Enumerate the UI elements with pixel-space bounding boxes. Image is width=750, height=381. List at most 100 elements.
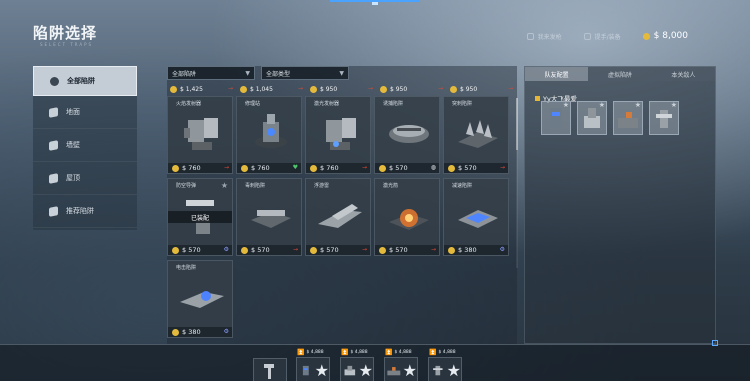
- arrow-icon: →: [437, 85, 443, 92]
- config-panel: 队友配置 虚拟陷阱 本关敌人 Yy大飞最爱 ★ ★ ★ ★: [524, 66, 716, 344]
- trap-filter-value: 全部陷阱: [172, 70, 197, 78]
- trap-card-spike[interactable]: 突刺陷阱 $ 570 →: [443, 96, 509, 174]
- gear-icon: ⚙: [499, 246, 505, 253]
- star-icon: ★: [670, 101, 677, 109]
- action-fire[interactable]: 我来发枪: [526, 32, 562, 41]
- action-equip[interactable]: 提手/装备: [583, 32, 621, 41]
- price-row: $ 380 ⚙: [168, 327, 232, 337]
- loadout-slot-2[interactable]: ★: [340, 357, 374, 381]
- snare-trap-icon: [389, 125, 429, 143]
- partial-price: $ 950 →: [307, 84, 373, 94]
- trap-card-poison-spike[interactable]: 毒刺陷阱 $ 570 →: [236, 178, 302, 256]
- trap-name: 激光发射器: [314, 101, 340, 107]
- sidebar-item-recommended[interactable]: 推荐陷阱: [33, 195, 137, 228]
- partial-row-prices: $ 1,425 → $ 1,045 → $ 950 → $ 950 → $ 950 →: [167, 84, 513, 94]
- arrow-icon: →: [292, 246, 298, 253]
- loadout-slot-1[interactable]: ★: [296, 357, 330, 381]
- coin-icon: [379, 164, 386, 172]
- arrow-icon: →: [227, 85, 233, 92]
- laser-arrow-icon: [389, 209, 429, 230]
- trap-name: 防空导弹: [176, 183, 197, 189]
- gun-icon: [526, 32, 534, 40]
- upgrade-icon: ⏫: [385, 349, 393, 356]
- trap-card-floating-mine[interactable]: 浮游雷 $ 570 →: [305, 178, 371, 256]
- price-row: $ 380 ⚙: [444, 245, 508, 255]
- hammer-slot[interactable]: [253, 358, 287, 381]
- price-value: $ 570: [389, 246, 408, 254]
- price-value: $ 380: [182, 328, 201, 336]
- upgrade-icon: ⏫: [429, 349, 437, 356]
- chevron-down-icon: ▼: [339, 69, 344, 77]
- trap-card-laser-arrow[interactable]: 激光箭 $ 570 →: [374, 178, 440, 256]
- coin-icon: [310, 246, 317, 254]
- trap-card-slow[interactable]: 减速陷阱 $ 380 ⚙: [443, 178, 509, 256]
- coin-icon: [241, 246, 248, 254]
- upgrade-icon: ⏫: [341, 349, 349, 356]
- teammate-slot[interactable]: ★: [541, 101, 571, 135]
- trap-card-shock[interactable]: 电击陷阱 $ 380 ⚙: [167, 260, 233, 338]
- money-value: $ 8,000: [653, 31, 688, 41]
- coin-icon: [310, 164, 317, 172]
- teammate-slot[interactable]: ★: [649, 101, 679, 135]
- teammate-slot[interactable]: ★: [613, 101, 643, 135]
- trap-card-anti-air[interactable]: 防空导弹 ★ 已装配 $ 570 ⚙: [167, 178, 233, 256]
- price-row: $ 570 ◍: [375, 163, 439, 173]
- wall-icon: [49, 139, 58, 151]
- tab-level-enemies[interactable]: 本关敌人: [651, 67, 715, 81]
- trap-list-scrollbar[interactable]: [516, 98, 518, 268]
- price-value: $ 570: [320, 246, 339, 254]
- sidebar-item-roof[interactable]: 屋顶: [33, 162, 137, 195]
- trap-name: 诱捕陷阱: [383, 101, 404, 107]
- tower-icon: [433, 365, 443, 376]
- price-value: $ 950: [460, 85, 478, 93]
- trap-card-flamethrower[interactable]: 火焰发射器 $ 760 →: [167, 96, 233, 174]
- tab-virtual-traps[interactable]: 虚拟陷阱: [588, 67, 652, 81]
- sidebar-item-wall[interactable]: 墙壁: [33, 129, 137, 162]
- sidebar: 全部陷阱 地面 墙壁 屋顶 推荐陷阱: [33, 66, 137, 230]
- shock-trap-icon: [180, 291, 224, 308]
- trap-card-snare[interactable]: 诱捕陷阱 $ 570 ◍: [374, 96, 440, 174]
- anti-air-missile-icon: [302, 365, 309, 376]
- type-filter-dropdown[interactable]: 全部类型 ▼: [261, 66, 349, 80]
- loadout-slot-4[interactable]: ★: [428, 357, 462, 381]
- roof-icon: [49, 172, 58, 184]
- sidebar-item-ground[interactable]: 地面: [33, 96, 137, 129]
- cannon-icon: [387, 367, 401, 376]
- trap-filter-dropdown[interactable]: 全部陷阱 ▼: [167, 66, 255, 80]
- star-icon: ★: [402, 360, 417, 380]
- trap-card-repair-station[interactable]: 修理站 $ 760 ♥: [236, 96, 302, 174]
- price-value: $ 950: [320, 85, 338, 93]
- coin-icon: [240, 85, 247, 93]
- arrow-icon: →: [223, 164, 229, 171]
- tab-team-config[interactable]: 队友配置: [525, 67, 589, 81]
- price-row: $ 760 →: [306, 163, 370, 173]
- price-row: $ 760 ♥: [237, 163, 301, 173]
- star-icon: ★: [446, 360, 461, 380]
- coin-icon: [448, 164, 455, 172]
- coin-icon: [380, 85, 387, 93]
- scrollbar-thumb[interactable]: [516, 98, 518, 150]
- price-value: $ 570: [251, 246, 270, 254]
- hammer-icon: [264, 364, 274, 379]
- action-equip-label: 提手/装备: [594, 33, 621, 41]
- price-value: $ 760: [182, 164, 201, 172]
- star-icon: ★: [562, 101, 569, 109]
- loadout-slot-3[interactable]: ★: [384, 357, 418, 381]
- teammate-slot[interactable]: ★: [577, 101, 607, 135]
- floating-mine-icon: [318, 204, 362, 228]
- cost-value: $ 4,888: [306, 350, 324, 355]
- arrow-icon: →: [297, 85, 303, 92]
- trap-name: 激光箭: [383, 183, 399, 189]
- price-value: $ 950: [390, 85, 408, 93]
- price-value: $ 760: [320, 164, 339, 172]
- trap-name: 突刺陷阱: [452, 101, 473, 107]
- coin-icon: [450, 85, 457, 93]
- price-value: $ 380: [458, 246, 477, 254]
- trap-card-laser-emitter[interactable]: 激光发射器 $ 760 →: [305, 96, 371, 174]
- ground-icon: [49, 106, 58, 118]
- star-icon: ★: [634, 101, 641, 109]
- type-filter-value: 全部类型: [266, 70, 291, 78]
- equipped-badge: 已装配: [168, 211, 232, 223]
- sidebar-item-all-traps[interactable]: 全部陷阱: [33, 66, 137, 96]
- trap-name: 火焰发射器: [176, 101, 202, 107]
